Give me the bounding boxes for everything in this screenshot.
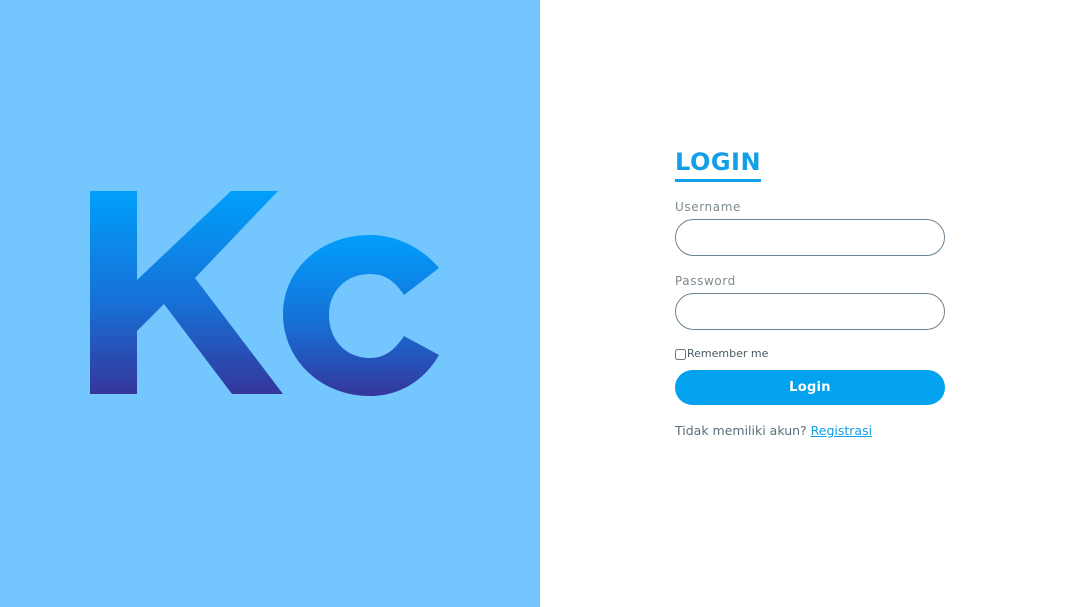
username-label: Username xyxy=(675,200,741,214)
remember-me-checkbox[interactable] xyxy=(675,348,686,360)
register-prompt: Tidak memiliki akun? Registrasi xyxy=(675,423,945,438)
remember-me-row: Remember me xyxy=(675,347,945,361)
username-input[interactable] xyxy=(675,219,945,256)
password-label: Password xyxy=(675,274,736,288)
login-button[interactable]: Login xyxy=(675,370,945,405)
remember-me-label: Remember me xyxy=(687,347,769,360)
login-page: LOGIN Username Password Remember me Logi… xyxy=(0,0,1080,607)
brand-panel xyxy=(0,0,540,607)
register-link[interactable]: Registrasi xyxy=(811,423,872,438)
login-panel: LOGIN Username Password Remember me Logi… xyxy=(540,0,1080,607)
login-form: LOGIN Username Password Remember me Logi… xyxy=(675,146,945,438)
login-title: LOGIN xyxy=(675,146,762,182)
no-account-text: Tidak memiliki akun? xyxy=(675,423,807,438)
kc-logo xyxy=(90,191,439,396)
password-input[interactable] xyxy=(675,293,945,330)
